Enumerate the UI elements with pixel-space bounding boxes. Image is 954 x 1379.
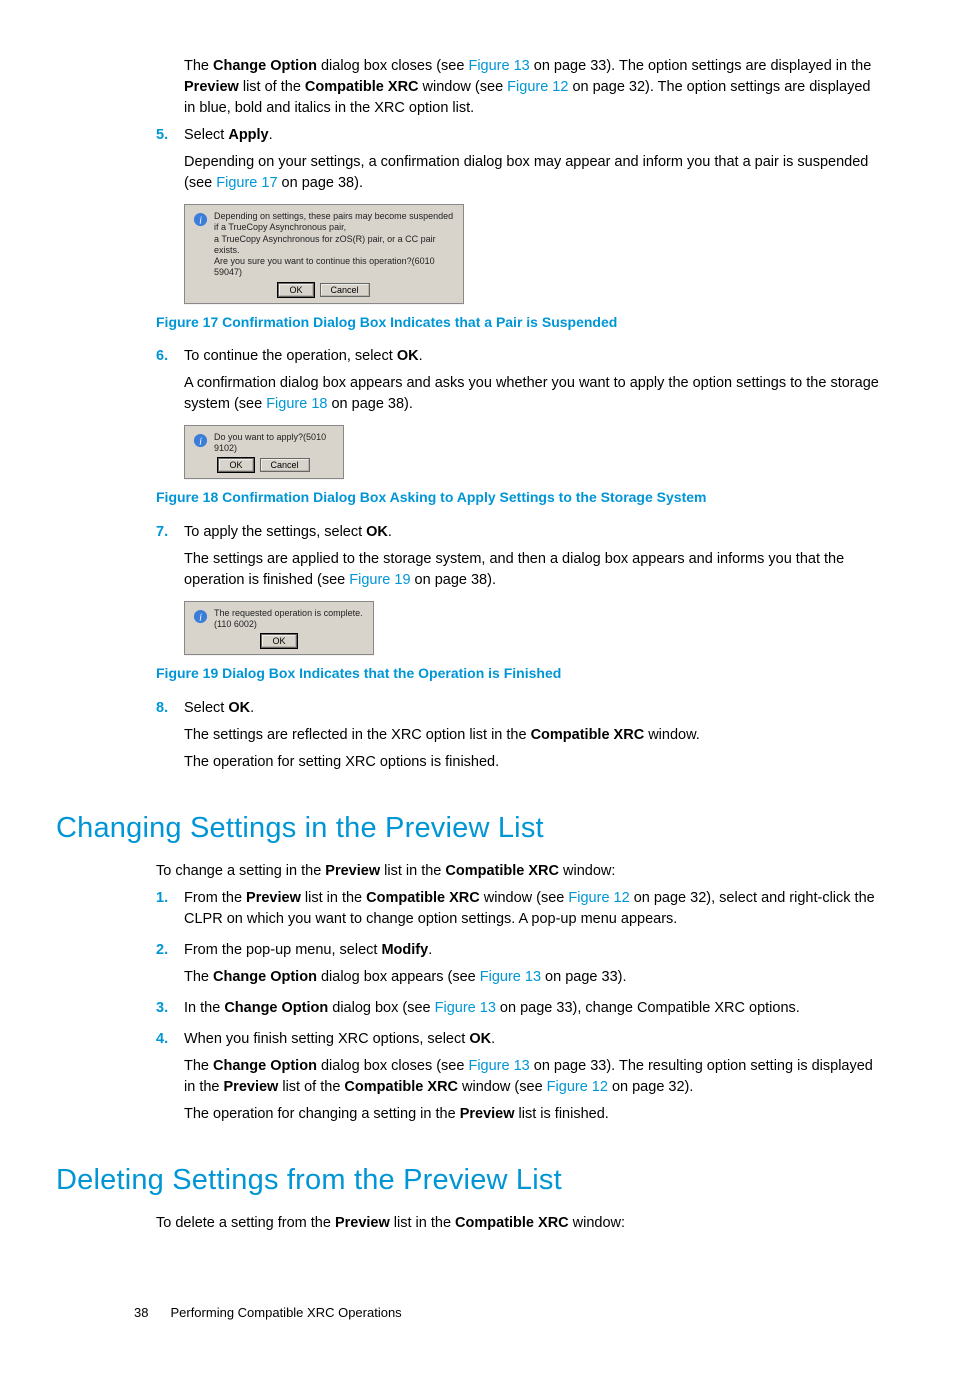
caption-figure-18: Figure 18 Confirmation Dialog Box Asking… [156,487,882,507]
steps-list: 1. From the Preview list in the Compatib… [156,888,882,1125]
step-number: 3. [156,998,168,1019]
dialog-message: The requested operation is complete.(110… [214,608,365,631]
step-1: 1. From the Preview list in the Compatib… [156,888,882,930]
heading-changing-settings: Changing Settings in the Preview List [56,807,882,849]
caption-figure-19: Figure 19 Dialog Box Indicates that the … [156,663,882,683]
step-number: 2. [156,940,168,961]
link-figure-13[interactable]: Figure 13 [468,58,529,74]
link-figure-18[interactable]: Figure 18 [266,396,327,412]
svg-text:i: i [199,215,202,226]
heading-deleting-settings: Deleting Settings from the Preview List [56,1159,882,1201]
svg-text:i: i [199,436,202,447]
section-deleting-content: To delete a setting from the Preview lis… [156,1213,882,1234]
dialog-figure-17: i Depending on settings, these pairs may… [184,204,464,304]
dialog-figure-19: i The requested operation is complete.(1… [184,601,374,656]
info-icon: i [193,609,208,624]
steps-list: 5. Select Apply. Depending on your setti… [156,125,882,773]
link-figure-17[interactable]: Figure 17 [216,175,277,191]
dialog-figure-18: i Do you want to apply?(5010 9102) OK Ca… [184,425,344,480]
section-changing-content: To change a setting in the Preview list … [156,861,882,1125]
step-number: 7. [156,522,168,543]
info-icon: i [193,212,208,227]
link-figure-12[interactable]: Figure 12 [547,1079,608,1095]
step-2: 2. From the pop-up menu, select Modify. … [156,940,882,988]
dialog-message: Do you want to apply?(5010 9102) [214,432,335,455]
step-7: 7. To apply the settings, select OK. The… [156,522,882,591]
link-figure-12[interactable]: Figure 12 [507,79,568,95]
step-number: 5. [156,125,168,146]
step-number: 8. [156,698,168,719]
link-figure-19[interactable]: Figure 19 [349,572,410,588]
cancel-button[interactable]: Cancel [320,283,370,297]
step-5: 5. Select Apply. Depending on your setti… [156,125,882,194]
step-number: 4. [156,1029,168,1050]
page-footer: 38 Performing Compatible XRC Operations [134,1304,882,1323]
caption-figure-17: Figure 17 Confirmation Dialog Box Indica… [156,312,882,332]
step-8: 8. Select OK. The settings are reflected… [156,698,882,773]
info-icon: i [193,433,208,448]
step-4: 4. When you finish setting XRC options, … [156,1029,882,1125]
section-intro: To change a setting in the Preview list … [156,861,882,882]
link-figure-13[interactable]: Figure 13 [435,1000,496,1016]
link-figure-12[interactable]: Figure 12 [568,890,629,906]
step-number: 6. [156,346,168,367]
cancel-button[interactable]: Cancel [260,458,310,472]
dialog-message: Depending on settings, these pairs may b… [214,211,455,279]
ok-button[interactable]: OK [278,283,313,297]
intro-text: The Change Option dialog box closes (see… [184,56,882,119]
page-content: The Change Option dialog box closes (see… [156,56,882,773]
step-number: 1. [156,888,168,909]
step-3: 3. In the Change Option dialog box (see … [156,998,882,1019]
ok-button[interactable]: OK [218,458,253,472]
ok-button[interactable]: OK [261,634,296,648]
section-intro: To delete a setting from the Preview lis… [156,1213,882,1234]
page-number: 38 [134,1304,148,1323]
continuation-paragraph: The Change Option dialog box closes (see… [156,56,882,119]
svg-text:i: i [199,612,202,623]
link-figure-13[interactable]: Figure 13 [480,969,541,985]
chapter-title: Performing Compatible XRC Operations [170,1305,401,1320]
link-figure-13[interactable]: Figure 13 [468,1058,529,1074]
step-6: 6. To continue the operation, select OK.… [156,346,882,415]
